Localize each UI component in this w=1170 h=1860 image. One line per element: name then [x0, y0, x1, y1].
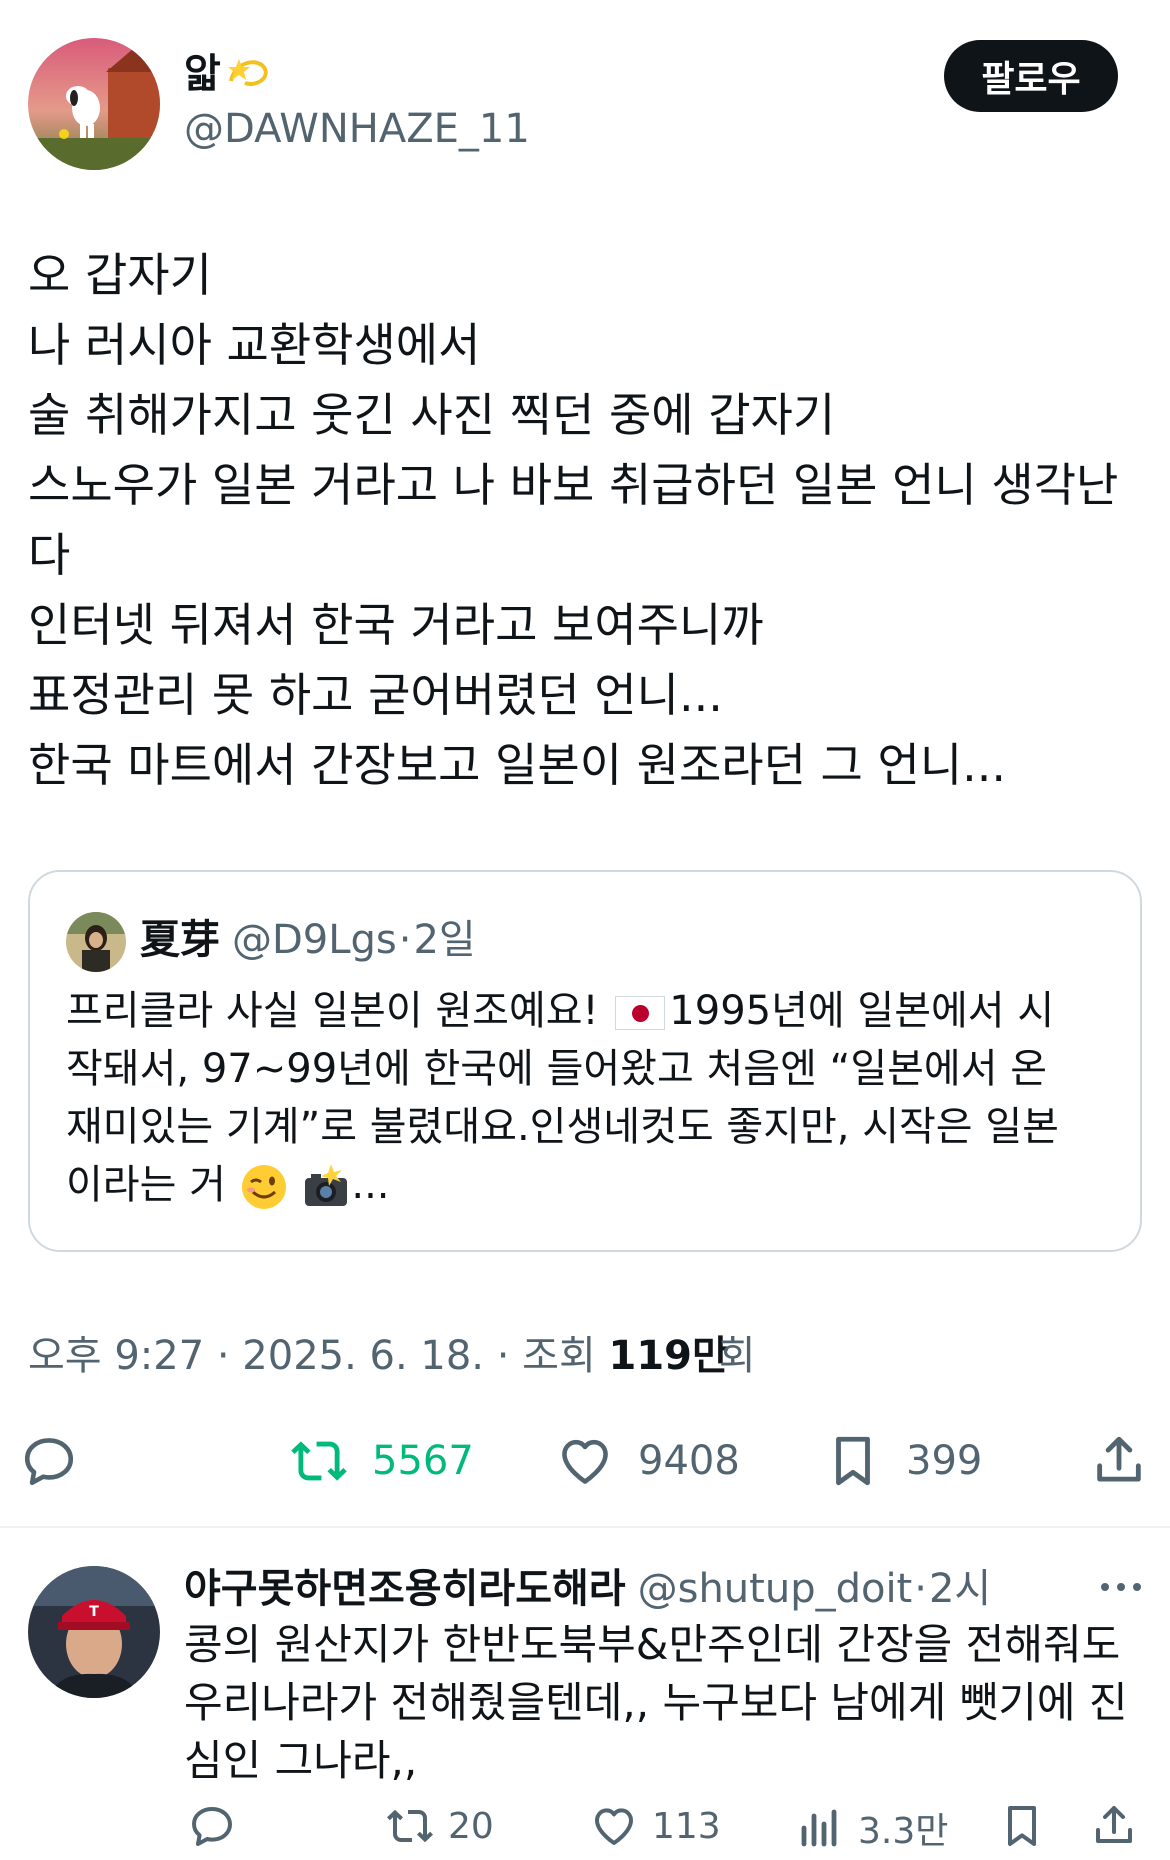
reply-like-button[interactable]: 113: [590, 1802, 721, 1850]
retweet-count: 5567: [372, 1438, 474, 1484]
retweet-icon: [291, 1441, 347, 1481]
quote-line: 작돼서, 97~99년에 한국에 들어왔고 처음엔 “일본에서 온: [66, 1046, 1048, 1092]
quoted-tweet-card[interactable]: 夏芽 @D9Lgs · 2일 프리클라 사실 일본이 원조예요! 1995년에 …: [28, 870, 1142, 1252]
quoted-tweet-time[interactable]: 2일: [413, 908, 475, 972]
reply-share-button[interactable]: [1090, 1802, 1138, 1850]
tweet-line: 한국 마트에서 간장보고 일본이 원조라던 그 언니...: [28, 738, 1006, 792]
japan-flag-emoji: [615, 996, 666, 1030]
tweet-line: 인터넷 뒤져서 한국 거라고 보여주니까: [28, 598, 764, 652]
dizzy-star-emoji: [227, 59, 268, 86]
camera-with-flash-emoji: [305, 1164, 348, 1206]
reply-action-bar: 20 113 3.3만: [0, 1800, 1170, 1860]
quote-line-part: 프리클라 사실 일본이 원조예요!: [66, 988, 612, 1034]
bookmark-count: 399: [906, 1438, 983, 1484]
reply-bookmark-button[interactable]: [998, 1802, 1046, 1850]
reply-like-count: 113: [652, 1805, 721, 1847]
quoted-tweet-text: 프리클라 사실 일본이 원조예요! 1995년에 일본에서 시 작돼서, 97~…: [66, 982, 1126, 1214]
share-icon: [1096, 1806, 1132, 1843]
reply-views-button[interactable]: 3.3만: [796, 1802, 948, 1854]
separator-dot: ·: [216, 1333, 230, 1379]
reply-icon: [192, 1807, 232, 1846]
separator-dot: ·: [398, 917, 412, 963]
retweet-icon: [387, 1809, 433, 1843]
reply-line: 심인 그나라,,: [184, 1736, 418, 1785]
tweet-line: 술 취해가지고 웃긴 사진 찍던 중에 갑자기: [28, 388, 836, 442]
tweet-line: 표정관리 못 하고 굳어버렸던 언니...: [28, 668, 723, 722]
reply-line: 우리나라가 전해줬을텐데,, 누구보다 남에게 뺏기에 진: [184, 1678, 1128, 1727]
tweet-meta: 오후 9:27 · 2025. 6. 18. · 조회 119만회: [28, 1326, 756, 1386]
like-count: 9408: [638, 1438, 740, 1484]
reply-text: 콩의 원산지가 한반도북부&만주인데 간장을 전해줘도 우리나라가 전해줬을텐데…: [184, 1616, 1144, 1790]
tweet-action-bar: 5567 9408 399: [0, 1420, 1170, 1510]
tweet-date[interactable]: 2025. 6. 18.: [242, 1333, 484, 1379]
views-suffix: 회: [718, 1333, 756, 1379]
views-count: 119만: [608, 1333, 729, 1379]
quote-line-part: 1995년에 일본에서 시: [669, 988, 1055, 1034]
reply-button[interactable]: [20, 1432, 78, 1490]
reply-reply-button[interactable]: [188, 1802, 236, 1850]
tweet-time[interactable]: 오후 9:27: [28, 1333, 204, 1379]
tweet-line: 나 러시아 교환학생에서: [28, 318, 481, 372]
tweet-line: 스노우가 일본 거라고 나 바보 취급하던 일본 언니 생각난: [28, 458, 1119, 512]
reply-author-handle[interactable]: @shutup_doit: [638, 1560, 913, 1618]
reply-time[interactable]: 2시: [929, 1560, 991, 1618]
reply-author-avatar[interactable]: T: [28, 1566, 160, 1698]
retweet-button[interactable]: 5567: [290, 1432, 474, 1490]
quote-line-part: ...: [351, 1162, 390, 1208]
divider: [0, 1526, 1170, 1528]
reply-header: 야구못하면조용히라도해라 @shutup_doit · 2시: [184, 1560, 991, 1618]
share-icon: [1097, 1436, 1141, 1482]
bookmark-icon: [836, 1436, 870, 1486]
quoted-tweet-header: 夏芽 @D9Lgs · 2일: [140, 908, 476, 972]
tweet-line: 오 갑자기: [28, 248, 212, 302]
author-name-text: 앏: [184, 51, 221, 97]
tweet-line: 다: [28, 528, 71, 582]
heart-icon: [595, 1808, 633, 1845]
author-name[interactable]: 앏: [184, 50, 271, 98]
quote-line: 프리클라 사실 일본이 원조예요! 1995년에 일본에서 시: [66, 982, 1126, 1040]
bookmark-icon: [1008, 1806, 1036, 1846]
quoted-author-name[interactable]: 夏芽: [140, 908, 220, 972]
reply-icon: [24, 1438, 74, 1486]
bookmark-button[interactable]: 399: [824, 1432, 982, 1490]
reply-retweet-count: 20: [448, 1805, 494, 1847]
quoted-author-handle[interactable]: @D9Lgs: [232, 908, 397, 972]
separator-dot: ·: [914, 1566, 927, 1612]
reply-views-count: 3.3만: [858, 1811, 949, 1852]
winking-face-emoji: [241, 1165, 286, 1209]
reply-author-name[interactable]: 야구못하면조용히라도해라: [184, 1560, 626, 1618]
quote-line-part: 이라는 거: [66, 1162, 239, 1208]
like-button[interactable]: 9408: [556, 1432, 740, 1490]
quote-line: 재미있는 기계”로 불렸대요.인생네컷도 좋지만, 시작은 일본: [66, 1104, 1059, 1150]
author-handle[interactable]: @DAWNHAZE_11: [184, 104, 530, 154]
tweet-text: 오 갑자기 나 러시아 교환학생에서 술 취해가지고 웃긴 사진 찍던 중에 갑…: [28, 240, 1148, 800]
separator-dot: ·: [496, 1333, 510, 1379]
follow-button[interactable]: 팔로우: [944, 40, 1118, 112]
svg-text:T: T: [89, 1604, 99, 1620]
analytics-icon: [801, 1809, 837, 1847]
views-label: 조회: [522, 1333, 596, 1379]
reply-line: 콩의 원산지가 한반도북부&만주인데 간장을 전해줘도: [184, 1620, 1121, 1669]
quote-line: 이라는 거 ...: [66, 1156, 1126, 1214]
author-avatar[interactable]: [28, 38, 160, 170]
more-options-icon[interactable]: [1096, 1572, 1146, 1602]
heart-icon: [562, 1439, 608, 1484]
share-button[interactable]: [1090, 1432, 1148, 1490]
quoted-author-avatar[interactable]: [66, 912, 126, 972]
reply-retweet-button[interactable]: 20: [386, 1802, 494, 1850]
